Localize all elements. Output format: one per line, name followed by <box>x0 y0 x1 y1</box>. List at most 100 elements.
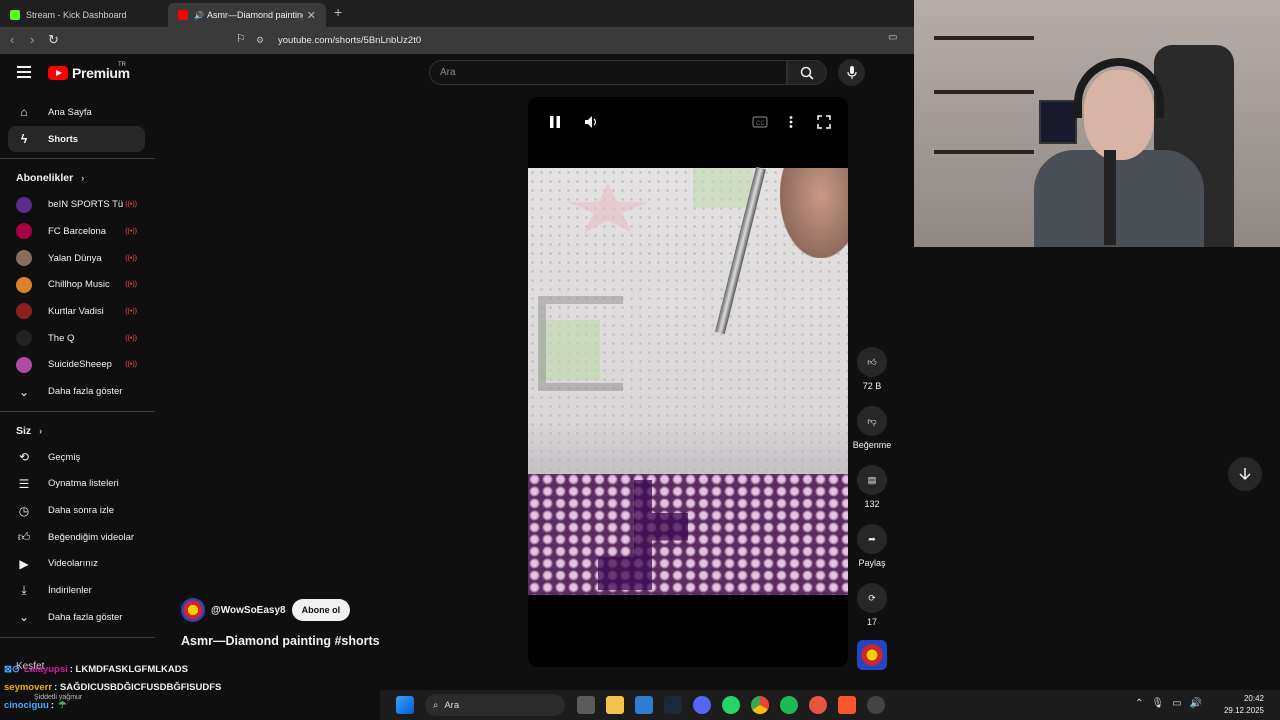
subscriptions-header[interactable]: Abonelikler › <box>0 165 155 191</box>
back-icon[interactable]: ‹ <box>10 32 14 47</box>
search-input[interactable]: Ara <box>429 60 787 85</box>
chevron-right-icon: › <box>39 425 43 436</box>
subscription-item[interactable]: Chillhop Music ((•)) <box>0 271 155 298</box>
shorts-player[interactable]: CC <box>528 97 848 667</box>
shelf <box>934 36 1034 40</box>
sidebar-item-thumbs-up[interactable]: 👍︎ Beğendiğim videolar <box>0 524 155 551</box>
sidebar-divider <box>0 410 155 412</box>
comments-button[interactable]: ▤ 132 <box>852 465 892 509</box>
you-show-more[interactable]: ⌄ Daha fazla göster <box>0 604 155 631</box>
channel-avatar <box>16 330 32 347</box>
subscription-name: The Q <box>48 332 75 344</box>
next-short-button[interactable] <box>1228 457 1262 491</box>
subscription-item[interactable]: beIN SPORTS Tü... ((•)) <box>0 191 155 218</box>
pattern-green <box>693 168 753 208</box>
subscribe-button[interactable]: Abone ol <box>291 599 351 621</box>
chrome-icon[interactable] <box>751 696 769 714</box>
sidebar-item-home[interactable]: ⌂ Ana Sayfa <box>0 99 155 126</box>
file-explorer-icon[interactable] <box>606 696 624 714</box>
sidebar-divider <box>0 158 155 160</box>
short-title[interactable]: Asmr—Diamond painting #shorts <box>181 634 380 648</box>
spotify-icon[interactable] <box>780 696 798 714</box>
channel-avatar <box>16 196 32 213</box>
new-tab-icon[interactable]: + <box>334 4 342 20</box>
cast-icon[interactable]: ▭ <box>888 32 897 43</box>
playlist-icon: ☰ <box>18 476 30 491</box>
reload-icon[interactable]: ↻ <box>48 32 59 48</box>
shorts-icon: ϟ <box>20 132 28 147</box>
subscriptions-list: beIN SPORTS Tü... ((•)) FC Barcelona ((•)) Y… <box>0 191 155 378</box>
start-icon[interactable] <box>396 696 414 714</box>
sidebar-item-clock[interactable]: ◷ Daha sonra izle <box>0 497 155 524</box>
volume-icon[interactable] <box>584 115 598 129</box>
windows-taskbar: ⌕ Ara 20:42 29.12.2025 ⌃🎙▭🔊 <box>380 690 1280 720</box>
sidebar-item-download[interactable]: ⤓ İndirilenler <box>0 577 155 604</box>
subscriptions-show-more[interactable]: ⌄ Daha fazla göster <box>0 378 155 405</box>
forward-icon[interactable]: › <box>30 32 34 47</box>
site-info-icon[interactable]: ⚙ <box>256 35 270 46</box>
video-frame[interactable] <box>528 166 848 595</box>
you-header[interactable]: Siz › <box>0 418 155 444</box>
microphone-icon <box>846 65 857 79</box>
home-icon: ⌂ <box>20 105 28 120</box>
like-button[interactable]: 👍︎ 72 B <box>852 347 892 391</box>
search-placeholder: Ara <box>440 67 456 78</box>
subscription-item[interactable]: Yalan Dünya ((•)) <box>0 245 155 272</box>
channel-avatar[interactable] <box>181 598 205 622</box>
fullscreen-icon[interactable] <box>817 115 831 129</box>
sidebar-item-video[interactable]: ▶ Videolarınız <box>0 551 155 578</box>
obs-icon[interactable] <box>867 696 885 714</box>
brave-icon[interactable] <box>838 696 856 714</box>
sidebar-divider <box>0 636 155 638</box>
app-icon[interactable] <box>809 696 827 714</box>
subscription-name: FC Barcelona <box>48 225 107 237</box>
menu-icon[interactable] <box>17 66 31 81</box>
chat-username: cinociguu <box>4 699 49 711</box>
store-icon[interactable] <box>635 696 653 714</box>
sound-source-button[interactable] <box>852 640 892 674</box>
youtube-premium-logo[interactable]: Premium TR <box>48 62 130 81</box>
tab-youtube-short[interactable]: 🔊 Asmr—Diamond painting #sh ✕ <box>168 3 326 27</box>
dislike-button[interactable]: 👎︎ Beğenme <box>846 406 898 450</box>
sidebar-item-shorts[interactable]: ϟ Shorts <box>8 125 145 153</box>
more-options-icon[interactable] <box>788 115 794 129</box>
masthead-left: Premium TR <box>0 54 160 92</box>
chat-message: : <box>50 699 55 711</box>
tray-icons[interactable]: ⌃🎙▭🔊 <box>1135 698 1210 709</box>
subscription-name: Chillhop Music <box>48 279 110 291</box>
sidebar-item-history[interactable]: ⟲ Geçmiş <box>0 444 155 471</box>
sidebar-item-label: Daha fazla göster <box>48 611 123 623</box>
chevron-down-icon: ⌄ <box>18 610 30 625</box>
whatsapp-icon[interactable] <box>722 696 740 714</box>
pause-icon[interactable] <box>548 115 562 129</box>
microphone-arm <box>1104 150 1116 245</box>
tab-kick-dashboard[interactable]: Stream - Kick Dashboard <box>0 3 166 27</box>
subscription-item[interactable]: SuicideSheeep ((•)) <box>0 352 155 379</box>
system-tray[interactable]: 20:42 29.12.2025 <box>1224 693 1264 717</box>
task-view-icon[interactable] <box>577 696 595 714</box>
like-count: 72 B <box>862 381 882 391</box>
channel-name[interactable]: @WowSoEasy8 <box>211 605 286 616</box>
taskbar-search[interactable]: ⌕ Ara <box>425 694 565 716</box>
bookmark-icon[interactable]: ⚐ <box>236 32 246 45</box>
subscription-item[interactable]: The Q ((•)) <box>0 325 155 352</box>
subscription-item[interactable]: FC Barcelona ((•)) <box>0 218 155 245</box>
pattern-grey-outline <box>538 296 623 391</box>
voice-search-button[interactable] <box>838 59 865 86</box>
remix-button[interactable]: ⟳ 17 <box>852 583 892 627</box>
address-bar: ‹ › ↻ ⚐ ⚙ youtube.com/shorts/5BnLnbUz2t0… <box>0 27 914 54</box>
close-tab-icon[interactable]: ✕ <box>307 9 316 22</box>
subscription-item[interactable]: Kurtlar Vadisi ((•)) <box>0 298 155 325</box>
subscription-name: Yalan Dünya <box>48 252 102 264</box>
search-button[interactable] <box>787 60 827 85</box>
discord-icon[interactable] <box>693 696 711 714</box>
sidebar-item-playlist[interactable]: ☰ Oynatma listeleri <box>0 471 155 498</box>
remix-icon: ⟳ <box>868 592 876 603</box>
headphones <box>1074 58 1164 118</box>
channel-avatar <box>16 223 32 240</box>
captions-icon[interactable]: CC <box>752 115 768 129</box>
share-button[interactable]: ➦ Paylaş <box>852 524 892 568</box>
url-field[interactable]: ⚙ youtube.com/shorts/5BnLnbUz2t0 <box>256 31 876 50</box>
stream-chat-overlay: ⊠⊙ Lalayupsi : LKMDFASKLGFMLKADS seymove… <box>0 660 380 714</box>
steam-icon[interactable] <box>664 696 682 714</box>
